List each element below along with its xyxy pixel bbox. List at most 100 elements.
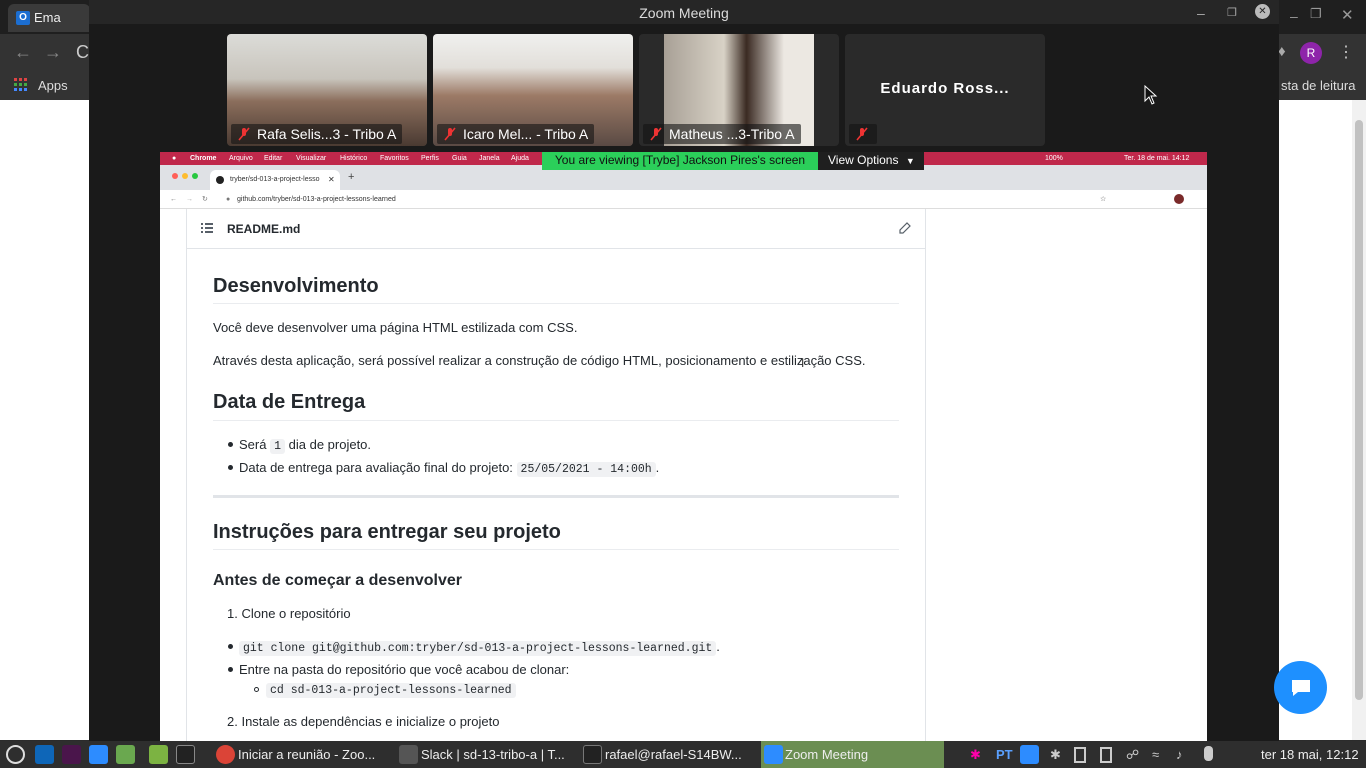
divider [213, 420, 899, 421]
heading-antes: Antes de começar a desenvolver [213, 572, 463, 589]
page-scrollbar[interactable] [1352, 100, 1366, 740]
language-indicator[interactable]: PT [996, 741, 1013, 768]
inline-code: git clone git@github.com:tryber/sd-013-a… [239, 641, 717, 656]
mic-muted-icon [650, 127, 662, 141]
paragraph-2: Através desta aplicação, será possível r… [213, 353, 866, 368]
reload-icon[interactable]: C [76, 42, 89, 63]
scrollbar-thumb[interactable] [1355, 120, 1363, 700]
mac-menu-item: Editar [264, 155, 283, 162]
update-icon[interactable] [1100, 747, 1112, 763]
view-options-label: View Options [828, 153, 899, 167]
mic-muted-icon [856, 127, 868, 141]
close-icon[interactable]: ✕ [1341, 6, 1354, 24]
list-item-dias: Será 1 dia de projeto. [239, 437, 372, 454]
show-desktop-icon[interactable] [116, 745, 135, 764]
participant-name-1: Rafa Selis...3 - Tribo A [231, 124, 403, 144]
new-tab-icon: + [348, 171, 355, 183]
heading-data-entrega: Data de Entrega [213, 391, 366, 413]
background-tab-label: Ema [34, 10, 61, 25]
divider [213, 549, 899, 550]
wifi-icon[interactable]: ≈ [1152, 741, 1159, 768]
text-cursor-icon: I [801, 356, 805, 370]
vscode-icon[interactable] [35, 745, 54, 764]
files-icon[interactable] [149, 745, 168, 764]
profile-avatar[interactable]: R [1300, 42, 1322, 64]
inline-code: 1 [270, 439, 285, 454]
viewing-screen-banner: You are viewing [Trybe] Jackson Pires's … [542, 152, 818, 170]
slack-tray-icon[interactable]: ✱ [970, 741, 981, 768]
chrome-icon [216, 745, 235, 764]
view-options-button[interactable]: View Options ▼ [818, 152, 924, 170]
mint-menu-icon[interactable] [6, 745, 25, 764]
zoom-minimize-icon[interactable]: – [1197, 0, 1205, 26]
volume-icon[interactable]: ♪ [1176, 741, 1183, 768]
paragraph-1: Você deve desenvolver uma página HTML es… [213, 320, 578, 335]
list-bullet [228, 442, 233, 447]
terminal-icon [583, 745, 602, 764]
readme-header: README.md [187, 209, 925, 249]
zoom-icon [764, 745, 783, 764]
participant-tile-1[interactable]: Rafa Selis...3 - Tribo A [227, 34, 427, 146]
microphone-icon[interactable] [1204, 746, 1213, 761]
readme-filename: README.md [227, 222, 301, 236]
zoom-tray-icon[interactable] [1020, 745, 1039, 764]
outlook-icon: O [16, 11, 30, 25]
mac-menu-item: Visualizar [296, 155, 327, 162]
taskbar-item-zoom-browser[interactable]: Iniciar a reunião - Zoo... [214, 741, 394, 768]
mouse-cursor-icon [1144, 85, 1158, 105]
list-bullet [228, 465, 233, 470]
forward-arrow-icon[interactable]: → [44, 42, 62, 63]
mac-menu-item: Ajuda [511, 155, 529, 162]
bookmark-apps[interactable]: Apps [38, 78, 68, 93]
shared-reload-icon: ↻ [202, 196, 208, 203]
bluetooth-icon[interactable]: ✱ [1050, 741, 1061, 768]
participant-tile-3[interactable]: Matheus ...3-Tribo A [639, 34, 839, 146]
restore-icon[interactable]: ❐ [1310, 6, 1322, 22]
apple-icon: ● [172, 155, 177, 162]
chat-bubble-icon [1292, 680, 1310, 696]
mac-zoom-dot [192, 173, 198, 179]
participant-tile-4[interactable]: Eduardo Ross... [845, 34, 1045, 146]
participant-name-2: Icaro Mel... - Tribo A [437, 124, 595, 144]
zoom-icon[interactable] [89, 745, 108, 764]
toc-list-icon [201, 223, 213, 233]
taskbar-item-terminal[interactable]: rafael@rafael-S14BW... [581, 741, 759, 768]
list-sub-bullet [254, 687, 259, 692]
terminal-icon[interactable] [176, 745, 195, 764]
participant-tile-2[interactable]: Icaro Mel... - Tribo A [433, 34, 633, 146]
background-tab-email[interactable]: O Ema [8, 4, 90, 32]
window-icon [399, 745, 418, 764]
shield-icon[interactable]: ☍ [1126, 741, 1139, 768]
zoom-meeting-window: Zoom Meeting – ❐ ✕ Rafa Selis...3 - Trib… [89, 0, 1279, 741]
mac-menu-item: Histórico [340, 155, 368, 162]
tab-close-icon: ✕ [328, 175, 335, 184]
zoom-close-icon[interactable]: ✕ [1255, 4, 1270, 19]
mac-clock: Ter. 18 de mai. 14:12 [1124, 155, 1190, 162]
taskbar-item-zoom-meeting[interactable]: Zoom Meeting [761, 741, 944, 768]
shared-profile-icon [1174, 194, 1184, 204]
participant-mic-4 [849, 124, 877, 144]
taskbar-item-slack[interactable]: Slack | sd-13-tribo-a | T... [397, 741, 577, 768]
minimize-icon[interactable]: – [1290, 8, 1298, 24]
mac-menu-chrome: Chrome [190, 155, 217, 162]
mac-close-dot [172, 173, 178, 179]
apps-grid-icon [14, 78, 28, 92]
list-item-entre: Entre na pasta do repositório que você a… [239, 662, 570, 677]
extensions-icon[interactable]: ♦ [1278, 43, 1286, 60]
clock[interactable]: ter 18 mai, 12:12 [1261, 741, 1359, 768]
edit-pencil-icon [899, 222, 911, 234]
chat-support-button[interactable] [1274, 661, 1327, 714]
slack-icon[interactable] [62, 745, 81, 764]
back-arrow-icon[interactable]: ← [14, 42, 32, 63]
mac-menu-item: Perfis [421, 155, 439, 162]
mic-muted-icon [238, 127, 250, 141]
shared-star-icon: ☆ [1100, 196, 1107, 203]
reading-list-button[interactable]: sta de leitura [1281, 78, 1355, 93]
zoom-restore-icon[interactable]: ❐ [1227, 0, 1237, 26]
list-item-cd: cd sd-013-a-project-lessons-learned [266, 681, 516, 698]
mic-muted-icon [444, 127, 456, 141]
menu-kebab-icon[interactable]: ⋮ [1338, 42, 1354, 62]
clipboard-icon[interactable] [1074, 747, 1086, 763]
taskbar: Iniciar a reunião - Zoo... Slack | sd-13… [0, 741, 1366, 768]
list-item-git-clone: git clone git@github.com:tryber/sd-013-a… [239, 639, 720, 656]
